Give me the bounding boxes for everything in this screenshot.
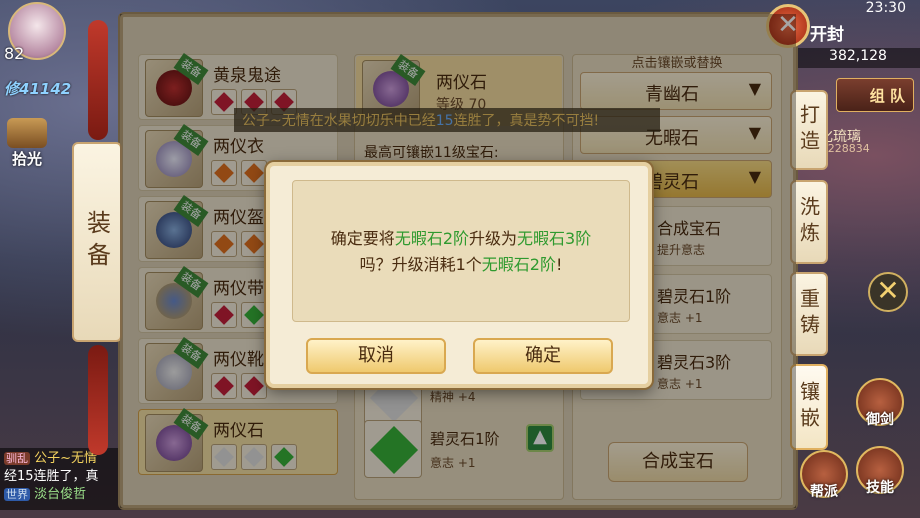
equipment-tab[interactable]: 装备: [72, 142, 122, 342]
chat-line-1: 驯乱 公子~无情: [4, 450, 131, 468]
chat-world-text[interactable]: 淡台俊哲: [34, 487, 86, 502]
dialog-text-1: 确定要将: [330, 229, 395, 248]
pickup-label: 拾光: [11, 150, 42, 168]
knot-ornament-top: [88, 20, 108, 140]
dialog-text-4: !: [555, 255, 563, 274]
combat-power: 修41142: [4, 80, 72, 98]
dialog-text-3: 吗？升级消耗1个: [359, 255, 482, 274]
confirm-button[interactable]: 确定: [473, 338, 613, 374]
knot-ornament-bottom: [88, 345, 108, 455]
chat-line-3: 世界 淡台俊哲: [4, 486, 131, 504]
sword-skill-button[interactable]: 御剑: [856, 378, 904, 428]
player-level: 82: [4, 44, 25, 63]
skills-button[interactable]: 技能: [856, 446, 904, 496]
map-coords: 382,128: [796, 48, 920, 68]
clock: 23:30: [865, 0, 906, 16]
chat-sender[interactable]: 公子~无情: [34, 451, 97, 466]
cancel-button[interactable]: 取消: [306, 338, 446, 374]
close-icon[interactable]: ✕: [868, 272, 908, 312]
team-button[interactable]: 组 队: [836, 78, 914, 112]
chat-world-tag: 世界: [4, 488, 30, 501]
faction-label: 帮派: [810, 484, 838, 500]
gem-cost: 无暇石2阶: [481, 255, 556, 274]
gem-from: 无暇石2阶: [394, 229, 469, 248]
chat-line-2: 经15连胜了，真: [4, 469, 99, 484]
combat-power-value: 41142: [19, 80, 72, 98]
dialog-text-2: 升级为: [469, 229, 518, 248]
map-name[interactable]: 开封: [810, 20, 844, 45]
dialog-message: 确定要将无暇石2阶升级为无暇石3阶 吗？升级消耗1个无暇石2阶!: [300, 226, 622, 278]
pickup-button[interactable]: 拾光: [4, 118, 50, 172]
chat-box[interactable]: 驯乱 公子~无情 经15连胜了，真 世界 淡台俊哲: [0, 448, 135, 510]
gem-to: 无暇石3阶: [517, 229, 592, 248]
sword-skill-label: 御剑: [866, 412, 894, 428]
pickup-icon: [7, 118, 47, 148]
skills-label: 技能: [866, 480, 894, 496]
chat-channel-tag: 驯乱: [4, 452, 30, 465]
faction-button[interactable]: 帮派: [800, 450, 848, 500]
